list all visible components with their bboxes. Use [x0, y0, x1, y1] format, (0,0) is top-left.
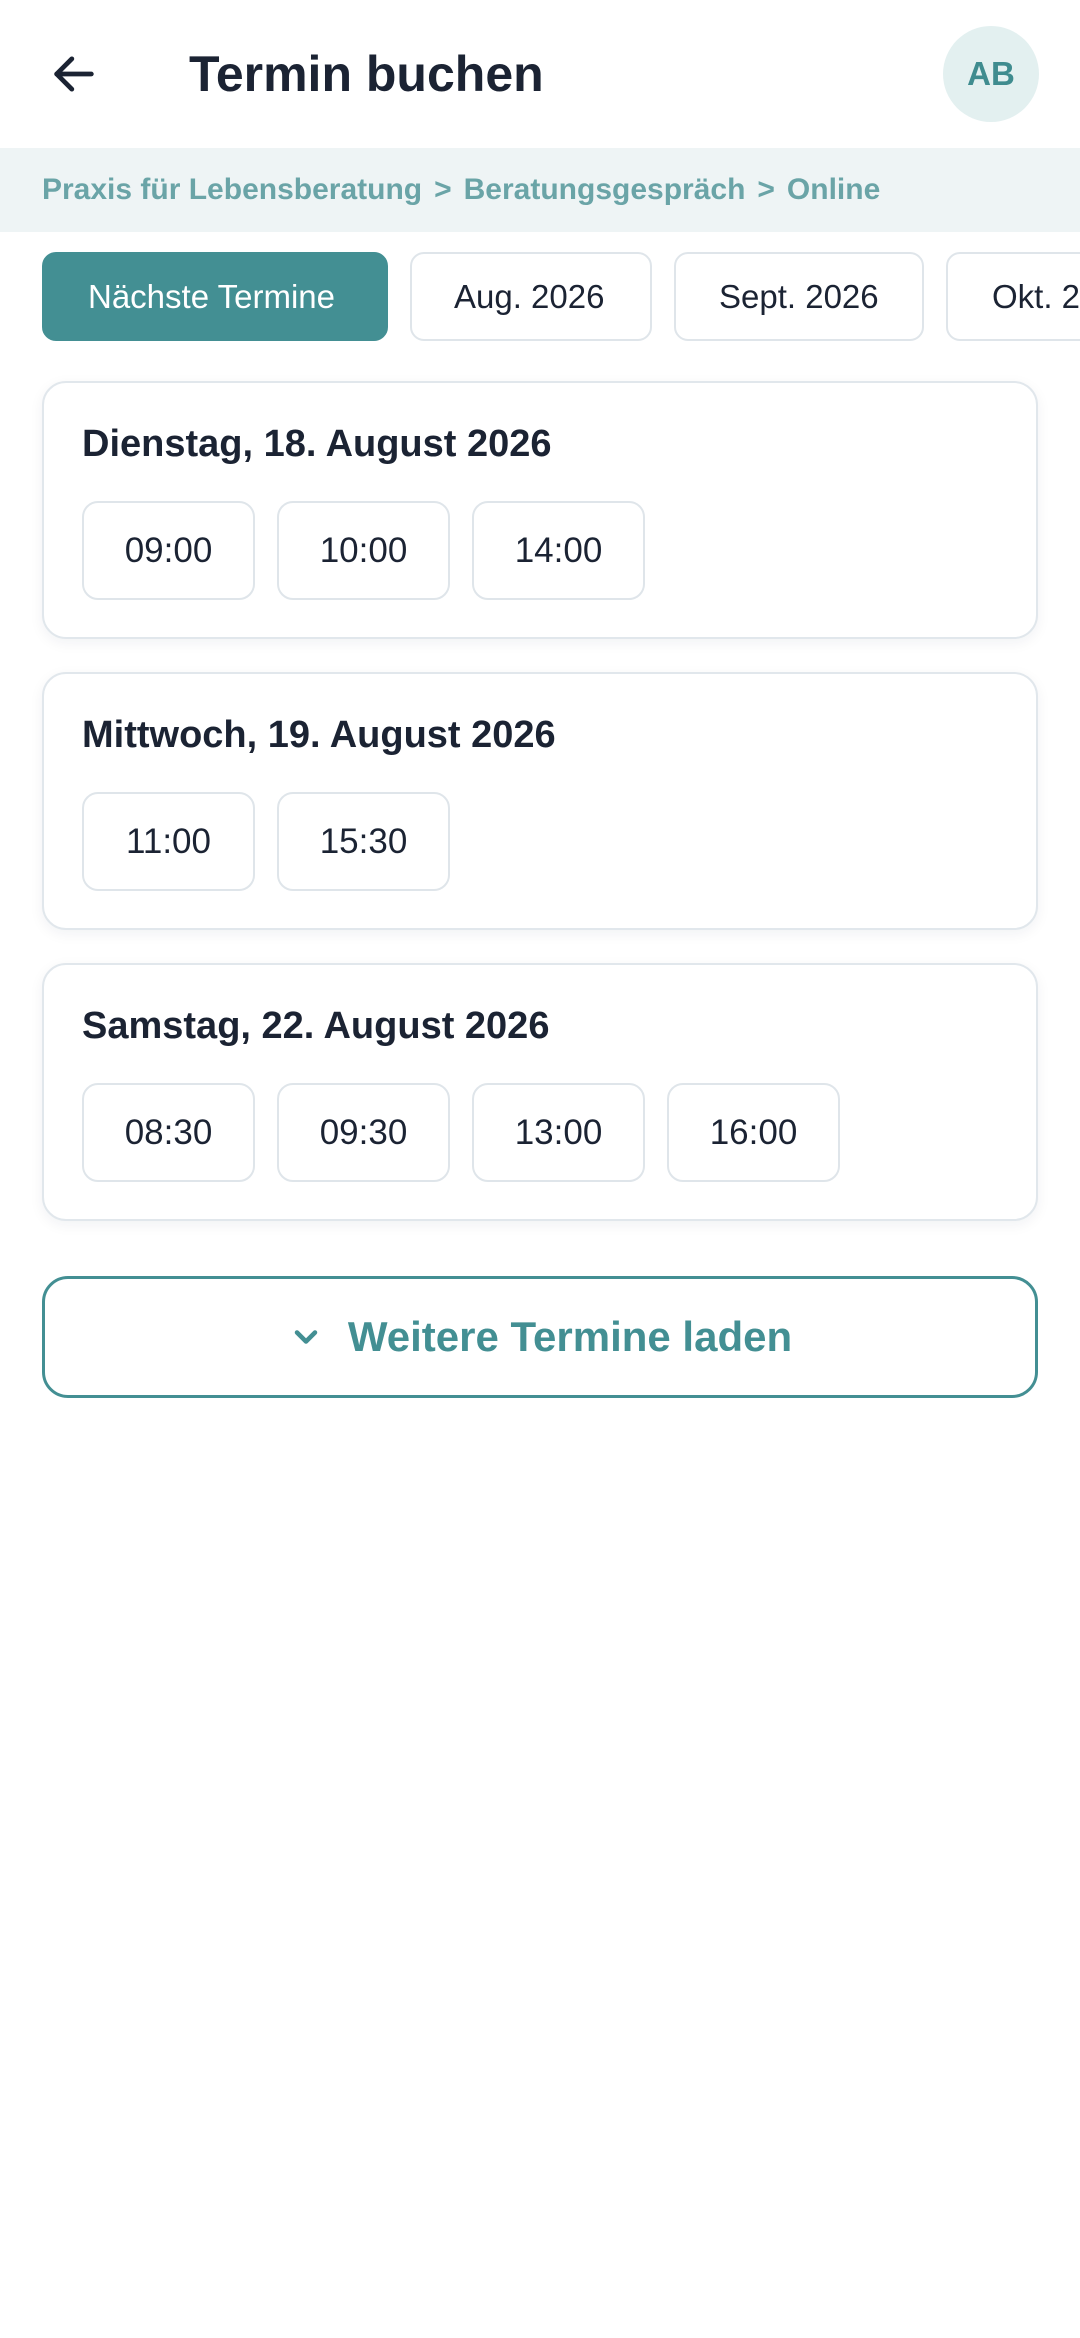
time-slot-list: 08:30 09:30 13:00 16:00	[82, 1083, 840, 1182]
arrow-left-icon	[54, 56, 94, 92]
breadcrumb-separator: >	[434, 173, 452, 206]
date-filter-tabs: Nächste Termine Aug. 2026 Sept. 2026 Okt…	[0, 252, 1080, 342]
time-slot-button[interactable]: 15:30	[277, 792, 450, 891]
load-more-label: Weitere Termine laden	[347, 1313, 793, 1360]
time-slot-button[interactable]: 11:00	[82, 792, 255, 891]
breadcrumb-item-service[interactable]: Beratungsgespräch	[464, 173, 746, 207]
day-title: Mittwoch, 19. August 2026	[82, 714, 556, 756]
day-card: Mittwoch, 19. August 2026 11:00 15:30	[42, 672, 1038, 930]
time-slot-list: 09:00 10:00 14:00	[82, 501, 645, 600]
app-header: Termin buchen AB	[0, 0, 1080, 148]
day-card: Samstag, 22. August 2026 08:30 09:30 13:…	[42, 963, 1038, 1221]
time-slot-button[interactable]: 16:00	[667, 1083, 840, 1182]
time-slot-button[interactable]: 09:00	[82, 501, 255, 600]
time-slot-button[interactable]: 13:00	[472, 1083, 645, 1182]
breadcrumb-item-mode: Online	[786, 173, 881, 206]
avatar[interactable]: AB	[943, 26, 1039, 122]
load-more-button[interactable]: Weitere Termine laden	[42, 1276, 1038, 1398]
tab-aug-2026[interactable]: Aug. 2026	[410, 252, 652, 341]
time-slot-button[interactable]: 10:00	[277, 501, 450, 600]
day-title: Dienstag, 18. August 2026	[82, 423, 552, 465]
back-button[interactable]	[32, 32, 116, 116]
tab-next-appointments[interactable]: Nächste Termine	[42, 252, 388, 341]
day-title: Samstag, 22. August 2026	[82, 1005, 550, 1047]
breadcrumb: Praxis für Lebensberatung > Beratungsges…	[0, 148, 1080, 232]
tab-okt-2026[interactable]: Okt. 2026	[946, 252, 1080, 341]
tab-sept-2026[interactable]: Sept. 2026	[674, 252, 924, 341]
breadcrumb-item-practice[interactable]: Praxis für Lebensberatung	[42, 173, 422, 207]
time-slot-button[interactable]: 08:30	[82, 1083, 255, 1182]
breadcrumb-separator: >	[757, 173, 775, 206]
time-slot-button[interactable]: 14:00	[472, 501, 645, 600]
page-title: Termin buchen	[189, 46, 544, 102]
time-slot-list: 11:00 15:30	[82, 792, 450, 891]
chevron-down-icon	[294, 1330, 318, 1344]
time-slot-button[interactable]: 09:30	[277, 1083, 450, 1182]
day-card: Dienstag, 18. August 2026 09:00 10:00 14…	[42, 381, 1038, 639]
